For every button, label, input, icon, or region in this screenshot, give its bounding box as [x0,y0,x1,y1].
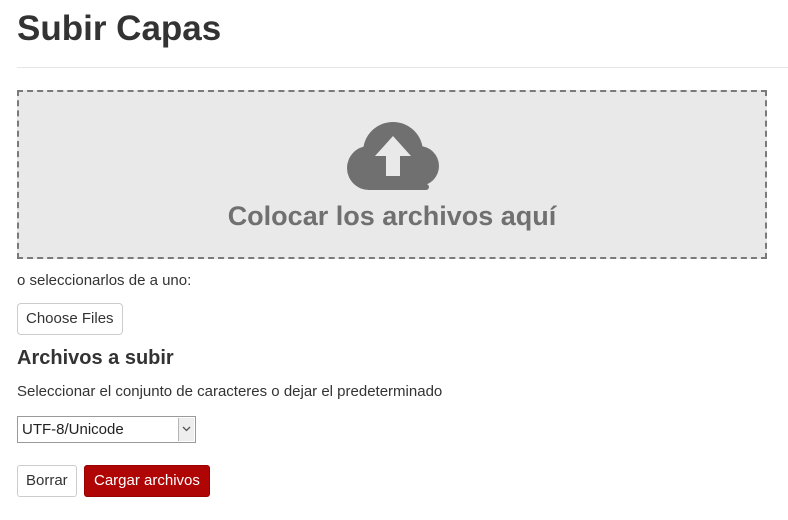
charset-label: Seleccionar el conjunto de caracteres o … [17,383,443,400]
upload-files-button[interactable]: Cargar archivos [84,465,210,497]
title-divider [17,67,788,68]
chevron-down-icon [182,426,191,432]
file-dropzone[interactable]: Colocar los archivos aquí [17,90,767,259]
page-title: Subir Capas [17,9,222,48]
select-files-hint: o seleccionarlos de a uno: [17,272,192,289]
upload-layers-page: Subir Capas Colocar los archivos aquí o … [0,0,788,520]
clear-button[interactable]: Borrar [17,465,77,497]
files-to-upload-title: Archivos a subir [17,347,174,369]
charset-selected-value: UTF-8/Unicode [22,421,124,438]
dropzone-label: Colocar los archivos aquí [227,201,557,231]
charset-select[interactable]: UTF-8/Unicode [17,416,196,443]
charset-dropdown-toggle[interactable] [178,418,194,441]
cloud-upload-icon [347,122,439,190]
choose-files-button[interactable]: Choose Files [17,303,123,335]
